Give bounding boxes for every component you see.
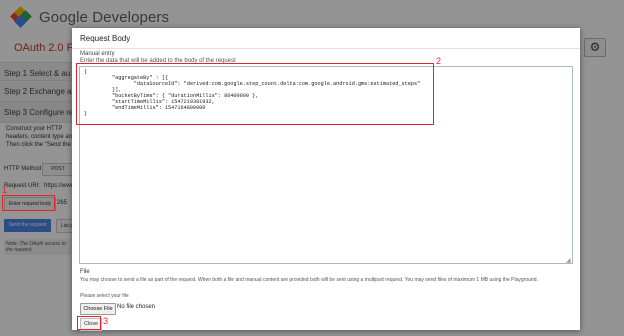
select-file-label: Please select your file [80, 293, 129, 299]
dialog-title: Request Body [80, 34, 131, 43]
annotation-number-1: 1 [2, 185, 8, 195]
no-file-chosen-text: No file chosen [117, 304, 156, 310]
annotation-number-3: 3 [103, 316, 109, 326]
annotation-box-3 [77, 316, 101, 330]
choose-file-button[interactable]: Choose File [80, 303, 116, 315]
manual-entry-label: Manual entry [80, 51, 115, 57]
annotation-number-2: 2 [436, 56, 442, 66]
annotation-box-1 [2, 195, 55, 211]
dialog-divider [72, 48, 580, 49]
resize-grip-icon[interactable]: ◢ [566, 258, 572, 264]
file-label: File [80, 269, 90, 275]
annotation-box-2 [76, 63, 434, 125]
file-description: You may choose to send a file as part of… [80, 277, 538, 283]
